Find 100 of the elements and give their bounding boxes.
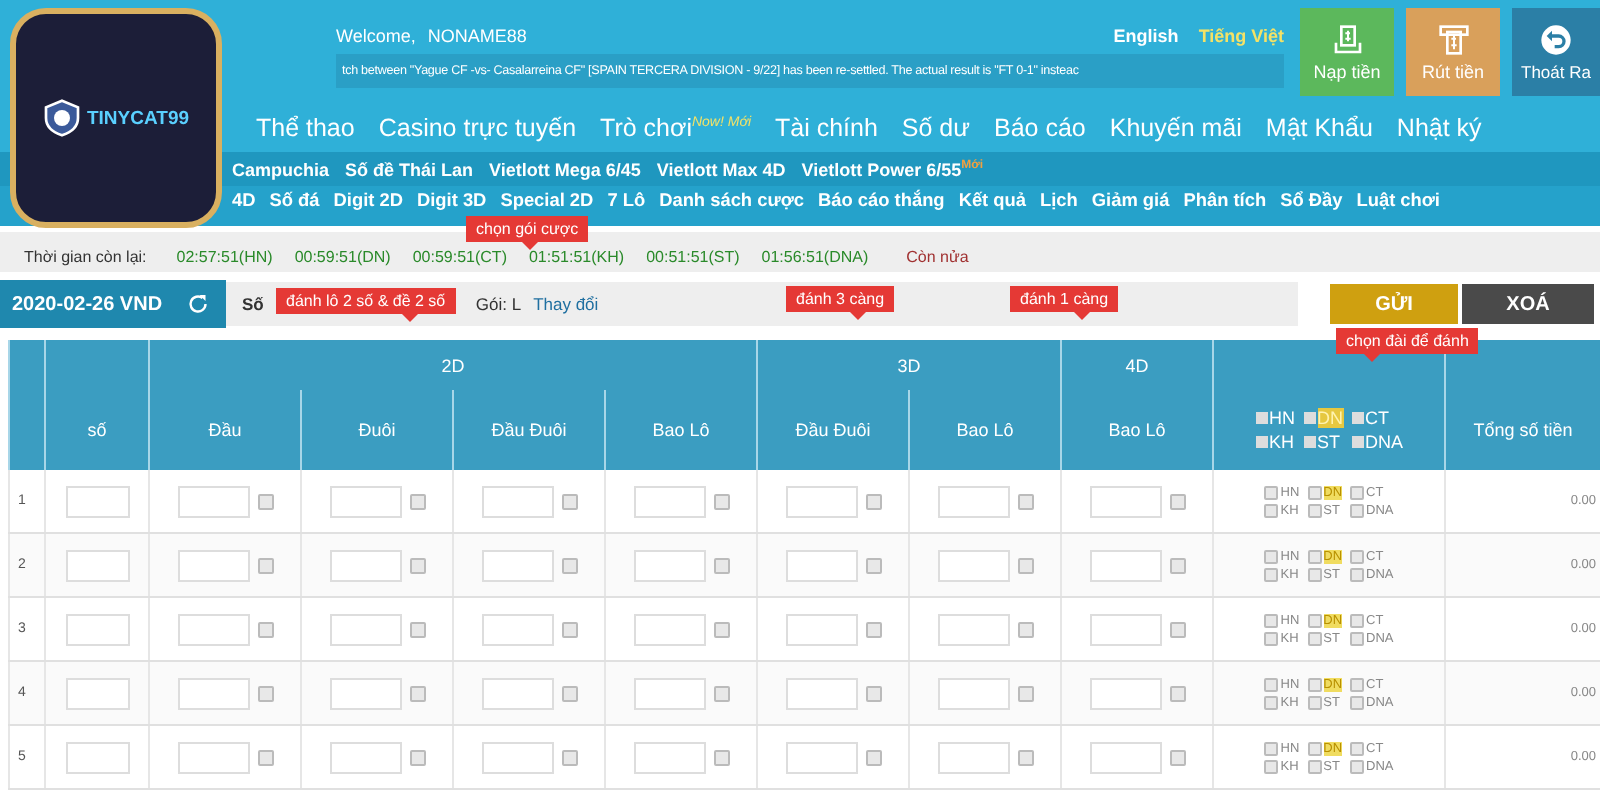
checkbox[interactable] xyxy=(713,621,729,637)
checkbox[interactable] xyxy=(1264,759,1279,773)
game-nav-link[interactable]: 7 Lô xyxy=(607,190,646,210)
input-field[interactable] xyxy=(633,613,705,645)
checkbox[interactable] xyxy=(1350,485,1365,499)
checkbox[interactable] xyxy=(1350,549,1365,563)
input-field[interactable] xyxy=(329,677,401,709)
checkbox[interactable] xyxy=(1169,621,1186,637)
checkbox[interactable] xyxy=(561,749,577,765)
checkbox[interactable] xyxy=(1264,485,1279,499)
main-nav-link[interactable]: Casino trực tuyến xyxy=(378,114,577,142)
checkbox[interactable] xyxy=(1169,749,1186,765)
checkbox[interactable] xyxy=(1307,631,1322,645)
main-nav-link[interactable]: Báo cáo xyxy=(994,114,1086,142)
input-field[interactable] xyxy=(481,613,553,645)
lottery-nav-link[interactable]: Vietlott Power 6/55$^{Mới}$ xyxy=(801,159,984,179)
input-field[interactable] xyxy=(481,677,553,709)
input-field[interactable] xyxy=(177,613,249,645)
input-field[interactable] xyxy=(937,741,1010,773)
checkbox[interactable] xyxy=(1350,759,1365,773)
main-nav-link[interactable]: Khuyến mãi xyxy=(1109,114,1242,142)
input-field[interactable] xyxy=(65,677,129,709)
main-nav-link[interactable]: Tài chính xyxy=(775,114,878,142)
language-link[interactable]: Tiếng Việt xyxy=(1198,26,1284,46)
game-nav-link[interactable]: Digit 3D xyxy=(416,190,487,210)
checkbox[interactable] xyxy=(865,557,882,573)
checkbox[interactable] xyxy=(1350,741,1365,755)
input-field[interactable] xyxy=(633,485,705,517)
checkbox[interactable] xyxy=(257,621,273,637)
main-nav-link[interactable]: Nhật ký xyxy=(1396,114,1482,142)
checkbox[interactable] xyxy=(257,685,273,701)
input-field[interactable] xyxy=(785,613,858,645)
checkbox[interactable] xyxy=(713,557,729,573)
input-field[interactable] xyxy=(633,549,705,581)
input-field[interactable] xyxy=(65,741,129,773)
checkbox[interactable] xyxy=(561,685,577,701)
input-field[interactable] xyxy=(1089,485,1162,517)
input-field[interactable] xyxy=(177,677,249,709)
input-field[interactable] xyxy=(785,677,858,709)
checkbox[interactable] xyxy=(1307,613,1322,627)
checkbox[interactable] xyxy=(257,557,273,573)
input-field[interactable] xyxy=(329,549,401,581)
checkbox[interactable] xyxy=(1307,695,1322,709)
input-field[interactable] xyxy=(785,741,858,773)
input-field[interactable] xyxy=(937,677,1010,709)
game-nav-link[interactable]: Special 2D xyxy=(500,190,594,210)
checkbox[interactable] xyxy=(1350,677,1365,691)
checkbox[interactable] xyxy=(1264,503,1279,517)
checkbox[interactable] xyxy=(865,749,882,765)
checkbox[interactable] xyxy=(1255,412,1268,424)
lottery-nav-link[interactable]: Số đề Thái Lan xyxy=(345,159,474,179)
checkbox[interactable] xyxy=(1307,503,1322,517)
submit-button[interactable]: GỬI xyxy=(1330,284,1458,324)
game-nav-link[interactable]: Danh sách cược xyxy=(659,190,804,210)
checkbox[interactable] xyxy=(1350,631,1365,645)
header-action-button[interactable]: Rút tiền xyxy=(1406,8,1500,96)
clear-button[interactable]: XOÁ xyxy=(1462,284,1594,324)
checkbox[interactable] xyxy=(1351,436,1364,448)
input-field[interactable] xyxy=(785,549,858,581)
checkbox[interactable] xyxy=(1169,685,1186,701)
checkbox[interactable] xyxy=(1350,503,1365,517)
input-field[interactable] xyxy=(65,613,129,645)
input-field[interactable] xyxy=(785,485,858,517)
checkbox[interactable] xyxy=(409,749,425,765)
refresh-icon[interactable] xyxy=(186,292,211,316)
checkbox[interactable] xyxy=(1264,695,1279,709)
checkbox[interactable] xyxy=(1350,695,1365,709)
game-nav-link[interactable]: Luật chơi xyxy=(1356,190,1440,210)
input-field[interactable] xyxy=(329,613,401,645)
checkbox[interactable] xyxy=(1307,759,1322,773)
main-nav-link[interactable]: Trò chơi$^{Now! Mới}$ xyxy=(600,114,751,142)
checkbox[interactable] xyxy=(1169,493,1186,509)
checkbox[interactable] xyxy=(1350,567,1365,581)
checkbox[interactable] xyxy=(257,493,273,509)
game-nav-link[interactable]: Digit 2D xyxy=(333,190,403,210)
checkbox[interactable] xyxy=(561,557,577,573)
checkbox[interactable] xyxy=(409,621,425,637)
lottery-nav-link[interactable]: Vietlott Max 4D xyxy=(656,159,786,179)
checkbox[interactable] xyxy=(1017,685,1034,701)
input-field[interactable] xyxy=(329,485,401,517)
checkbox[interactable] xyxy=(865,493,882,509)
input-field[interactable] xyxy=(1089,677,1162,709)
checkbox[interactable] xyxy=(409,685,425,701)
game-nav-link[interactable]: Kết quả xyxy=(958,190,1027,210)
checkbox[interactable] xyxy=(713,749,729,765)
checkbox[interactable] xyxy=(1307,549,1322,563)
input-field[interactable] xyxy=(65,549,129,581)
checkbox[interactable] xyxy=(1264,549,1279,563)
checkbox[interactable] xyxy=(1017,557,1034,573)
checkbox[interactable] xyxy=(1255,436,1268,448)
checkbox[interactable] xyxy=(1307,741,1322,755)
checkbox[interactable] xyxy=(865,621,882,637)
main-nav-link[interactable]: Mật Khẩu xyxy=(1265,114,1373,142)
checkbox[interactable] xyxy=(1264,567,1279,581)
checkbox[interactable] xyxy=(1351,412,1364,424)
game-nav-link[interactable]: Sổ Đầy xyxy=(1280,190,1343,210)
game-nav-link[interactable]: Lịch xyxy=(1040,190,1078,210)
checkbox[interactable] xyxy=(1264,741,1279,755)
checkbox[interactable] xyxy=(1169,557,1186,573)
input-field[interactable] xyxy=(177,741,249,773)
